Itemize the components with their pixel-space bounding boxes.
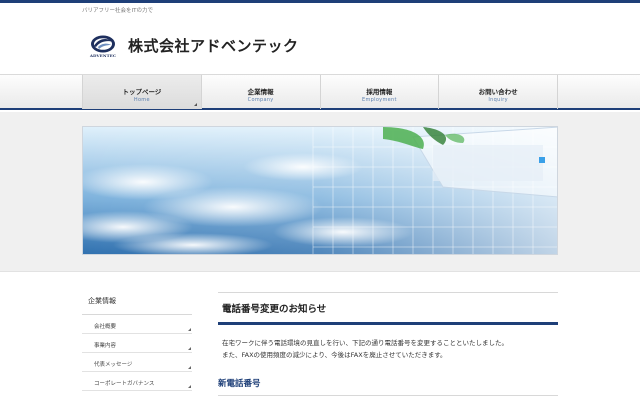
nav-item-company[interactable]: 企業情報 Company (202, 75, 321, 109)
section-heading: 新電話番号 (218, 377, 558, 396)
notice-line: 在宅ワークに伴う電話環境の見直しを行い、下記の通り電話番号を変更することといたし… (222, 339, 508, 347)
page-title: 電話番号変更のお知らせ (218, 292, 558, 325)
corner-marker-icon (188, 347, 191, 350)
nav-item-home[interactable]: トップページ Home (83, 75, 202, 109)
nav-sublabel: Home (133, 97, 150, 103)
company-name: 株式会社アドベンテック (128, 37, 299, 55)
sidebar-item-governance[interactable]: コーポレートガバナンス (82, 372, 192, 391)
nav-label: お問い合わせ (478, 88, 518, 96)
logo-mark-icon: ADVENTEC (88, 32, 118, 62)
sidebar-item-label: 代表メッセージ (94, 362, 133, 368)
sidebar-item-business[interactable]: 事業内容 (82, 334, 192, 353)
nav-item-employment[interactable]: 採用情報 Employment (321, 75, 440, 109)
sidebar-item-message[interactable]: 代表メッセージ (82, 353, 192, 372)
sidebar: 企業情報 会社概要 事業内容 代表メッセージ コーポレートガバナンス (82, 292, 192, 391)
nav-sublabel: Inquiry (488, 97, 508, 103)
hero-image (82, 126, 558, 255)
corner-marker-icon (188, 366, 191, 369)
nav-sublabel: Company (247, 97, 274, 103)
corner-marker-icon (193, 103, 197, 106)
site-logo[interactable]: ADVENTEC 株式会社アドベンテック (88, 32, 299, 62)
nav-label: 企業情報 (247, 88, 274, 96)
nav-label: トップページ (122, 88, 162, 96)
sidebar-item-company-overview[interactable]: 会社概要 (82, 315, 192, 334)
sidebar-item-label: コーポレートガバナンス (94, 381, 155, 387)
corner-marker-icon (188, 385, 191, 388)
logo-subtext: ADVENTEC (89, 53, 117, 58)
corner-marker-icon (188, 328, 191, 331)
notice-paragraph: 在宅ワークに伴う電話環境の見直しを行い、下記の通り電話番号を変更することといたし… (218, 337, 558, 361)
main-content: 電話番号変更のお知らせ 在宅ワークに伴う電話環境の見直しを行い、下記の通り電話番… (218, 292, 558, 396)
notice-line: また、FAXの使用頻度の減少により、今後はFAXを廃止させていただきます。 (222, 351, 447, 359)
global-nav: トップページ Home 企業情報 Company 採用情報 Employment… (82, 75, 558, 109)
nav-label: 採用情報 (366, 88, 393, 96)
global-nav-bar: トップページ Home 企業情報 Company 採用情報 Employment… (0, 74, 640, 110)
tagline: バリアフリー社会をITの力で (82, 8, 153, 14)
top-bar: バリアフリー社会をITの力で (0, 0, 640, 14)
sidebar-item-label: 事業内容 (94, 343, 117, 349)
nav-sublabel: Employment (362, 97, 397, 103)
sidebar-item-label: 会社概要 (94, 324, 117, 330)
nav-item-inquiry[interactable]: お問い合わせ Inquiry (439, 75, 558, 109)
sidebar-title: 企業情報 (82, 292, 192, 315)
